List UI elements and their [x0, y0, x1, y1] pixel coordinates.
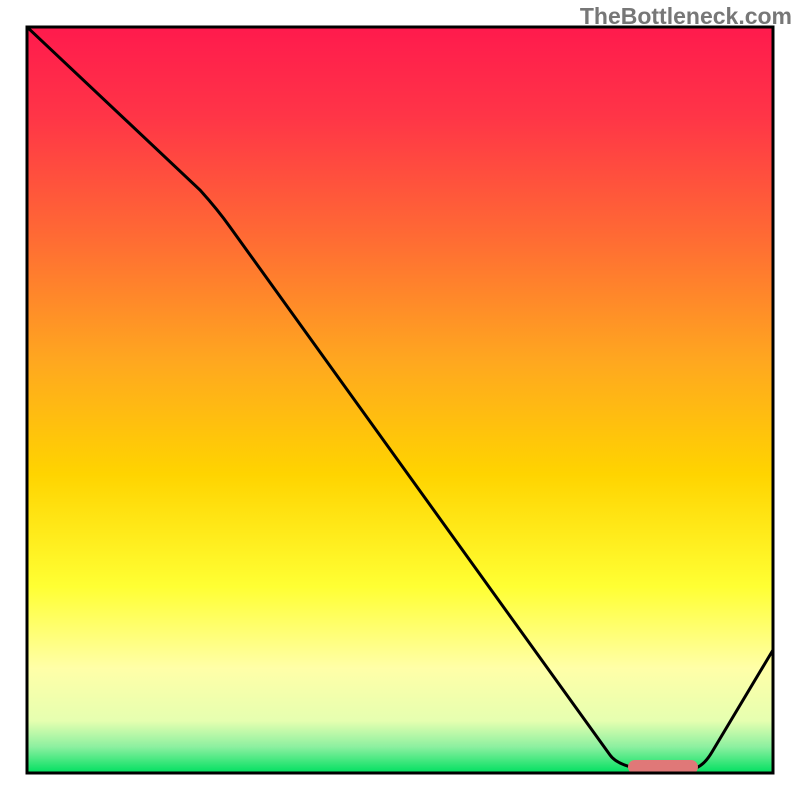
watermark-label: TheBottleneck.com — [580, 3, 792, 30]
bottleneck-chart: TheBottleneck.com — [0, 0, 800, 800]
gradient-background — [27, 27, 773, 773]
chart-svg — [0, 0, 800, 800]
